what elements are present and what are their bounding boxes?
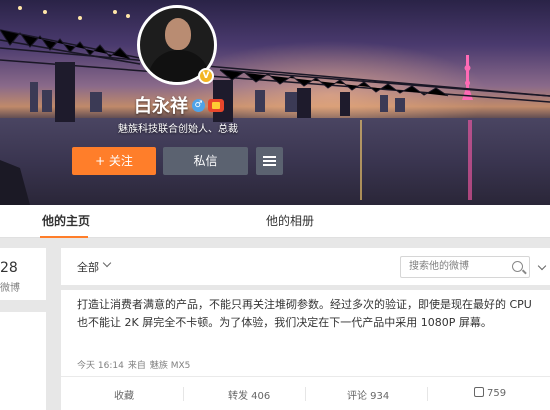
- post-text: 打造让消费者满意的产品，不能只再关注堆砌参数。经过多次的验证，即使是现在最好的 …: [77, 298, 532, 329]
- favorite-button[interactable]: 收藏: [114, 387, 134, 402]
- feed-filter-bar: 全部 搜索他的微博: [61, 248, 550, 285]
- follow-button[interactable]: + 关注: [72, 147, 156, 175]
- left-sidebar-card: [0, 312, 46, 410]
- post-source-prefix: 来自: [127, 361, 146, 371]
- chevron-down-icon[interactable]: [102, 258, 112, 268]
- filter-dropdown[interactable]: 全部: [77, 259, 99, 275]
- profile-name: 白永祥: [134, 96, 188, 117]
- post-source[interactable]: 魅族 MX5: [150, 361, 191, 371]
- profile-subtitle: 魅族科技联合创始人、总裁: [118, 124, 238, 135]
- feed-post: 打造让消费者满意的产品，不能只再关注堆砌参数。经过多次的验证，即使是现在最好的 …: [61, 290, 550, 410]
- tab-album[interactable]: 他的相册: [266, 205, 314, 238]
- search-placeholder: 搜索他的微博: [409, 261, 469, 272]
- divider: [305, 387, 306, 401]
- tab-home[interactable]: 他的主页: [39, 205, 90, 238]
- post-time[interactable]: 今天 16:14: [77, 361, 124, 371]
- profile-tabs: 他的主页 他的相册: [0, 205, 550, 238]
- post-meta: 今天 16:14 来自 魅族 MX5: [77, 358, 194, 371]
- avatar-head: [165, 18, 191, 50]
- search-input[interactable]: 搜索他的微博: [400, 256, 530, 278]
- divider: [427, 387, 428, 401]
- like-button[interactable]: 759: [474, 387, 506, 399]
- message-button[interactable]: 私信: [163, 147, 248, 175]
- forward-button[interactable]: 转发 406: [228, 387, 270, 402]
- advanced-filter-chevron-icon[interactable]: [537, 261, 547, 271]
- male-gender-icon: ♂: [192, 99, 205, 112]
- search-icon[interactable]: [512, 261, 523, 272]
- profile-cover: V 白永祥 ♂ 魅族科技联合创始人、总裁 + 关注 私信: [0, 0, 550, 205]
- like-count: 759: [487, 388, 507, 399]
- divider: [183, 387, 184, 401]
- stat-count: 28: [0, 260, 18, 276]
- post-actions: 收藏 转发 406 评论 934 759: [61, 376, 550, 410]
- comment-button[interactable]: 评论 934: [347, 387, 389, 402]
- menu-icon: [263, 156, 276, 158]
- verified-badge-icon: V: [198, 68, 214, 84]
- stats-card[interactable]: 28 微博: [0, 248, 46, 300]
- member-crown-icon[interactable]: [208, 99, 224, 112]
- thumbs-up-icon: [474, 387, 484, 397]
- more-menu-button[interactable]: [256, 147, 283, 175]
- stat-label: 微博: [0, 283, 20, 294]
